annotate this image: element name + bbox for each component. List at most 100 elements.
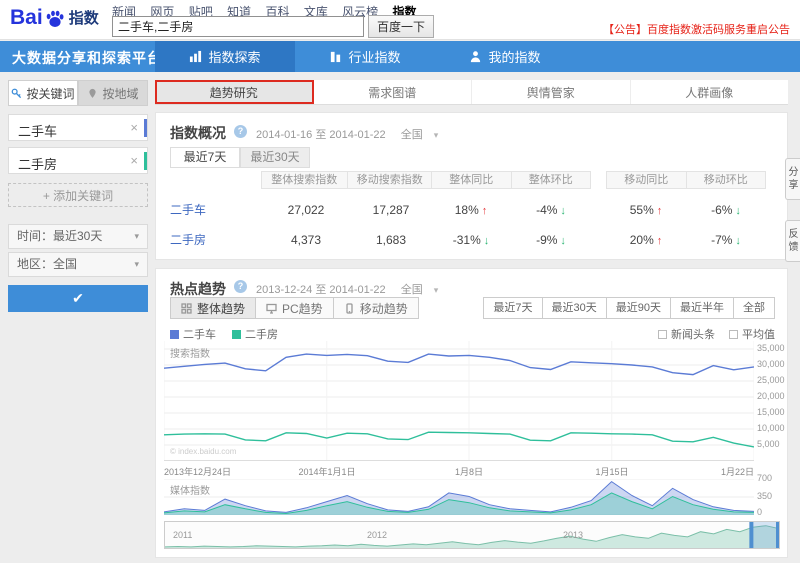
- watermark: © index.baidu.com: [170, 447, 237, 456]
- remove-keyword-icon[interactable]: ×: [130, 120, 138, 135]
- x-axis-label: 1月8日: [454, 467, 483, 477]
- region-text: 全国: [400, 284, 423, 296]
- index-overview-panel: 指数概况 ? 2014-01-16 至 2014-01-22 全国 ▾ 最近7天…: [155, 112, 788, 260]
- baidu-paw-icon: [46, 10, 64, 27]
- tab-last-7-days[interactable]: 最近7天: [170, 147, 240, 168]
- trend-type-tabs: 整体趋势 PC趋势 移动趋势: [170, 297, 419, 319]
- tab-mobile-trend[interactable]: 移动趋势: [332, 297, 419, 319]
- column-label: 整体环比: [510, 172, 591, 188]
- time-filter[interactable]: 时间：最近30天 ▾: [8, 224, 148, 249]
- tab-audience-profile[interactable]: 人群画像: [631, 80, 789, 104]
- range-30d-button[interactable]: 最近30天: [541, 297, 607, 319]
- feature-tabs: 趋势研究 需求图谱 舆情管家 人群画像: [155, 80, 788, 105]
- chevron-down-icon: ▾: [433, 130, 439, 140]
- history-range-slider[interactable]: 2011 2012 2013: [164, 521, 780, 549]
- keyword-link[interactable]: 二手房: [170, 227, 206, 253]
- tab-last-30-days[interactable]: 最近30天: [240, 147, 310, 168]
- tab-by-keyword[interactable]: 按关键词: [8, 80, 78, 106]
- confirm-button[interactable]: ✔: [8, 285, 148, 312]
- y-axis-label: 700: [757, 473, 773, 483]
- mobile-mom-change: -6% ↓: [711, 203, 741, 217]
- range-7d-button[interactable]: 最近7天: [483, 297, 543, 319]
- table-row: 二手车 27,022 17,287 18% ↑ -4% ↓ 55% ↑ -6% ↓: [156, 197, 789, 223]
- average-checkbox[interactable]: 平均值: [729, 326, 775, 342]
- legend-item-house[interactable]: 二手房: [232, 326, 278, 342]
- add-keyword-button[interactable]: + 添加关键词: [8, 183, 148, 207]
- baidu-index-page: Bai 指数 新闻 网页 贴吧 知道 百科 文库 风云榜 指数 百度一下 【公告…: [0, 0, 800, 563]
- trend-arrow: ↓: [560, 205, 566, 217]
- column-header-mobile-change: 移动同比 移动环比: [606, 171, 766, 189]
- keyword-link[interactable]: 二手车: [170, 197, 206, 223]
- column-label: 移动环比: [685, 172, 766, 188]
- y-axis-label: 0: [757, 507, 763, 517]
- overview-period-tabs: 最近7天 最近30天: [170, 147, 310, 168]
- date-range: 2013-12-24 至 2014-01-22 全国 ▾: [256, 281, 438, 297]
- y-axis-label: 5,000: [757, 439, 780, 449]
- tab-industry-index[interactable]: 行业指数: [295, 41, 435, 72]
- trend-arrow: ↓: [735, 205, 741, 217]
- y-axis-label: 15,000: [757, 407, 785, 417]
- search-input[interactable]: [112, 16, 364, 37]
- tab-trend-research[interactable]: 趋势研究: [155, 80, 314, 104]
- logo-text-bai: Bai: [10, 6, 43, 29]
- tab-sentiment-manager[interactable]: 舆情管家: [472, 80, 631, 104]
- help-icon[interactable]: ?: [234, 125, 247, 138]
- region-filter[interactable]: 地区：全国 ▾: [8, 252, 148, 277]
- y-axis-label: 35,000: [757, 343, 785, 353]
- tab-my-index[interactable]: 我的指数: [435, 41, 575, 72]
- timeline-mini-chart[interactable]: [165, 522, 779, 548]
- news-headlines-checkbox[interactable]: 新闻头条: [658, 326, 715, 342]
- share-tab[interactable]: 分享: [785, 158, 800, 200]
- help-icon[interactable]: ?: [234, 280, 247, 293]
- grid-icon: [181, 302, 192, 314]
- trend-arrow: ↓: [483, 235, 490, 247]
- monitor-icon: [266, 303, 277, 314]
- tab-overall-trend[interactable]: 整体趋势: [170, 297, 257, 319]
- mobile-search-index: 17,287: [372, 203, 410, 217]
- remove-keyword-icon[interactable]: ×: [130, 153, 138, 168]
- map-pin-icon: [89, 88, 97, 98]
- tab-by-region[interactable]: 按地域: [78, 80, 148, 106]
- search-index-label: 搜索指数: [170, 349, 210, 360]
- tab-label: PC趋势: [282, 301, 323, 316]
- legend-label: 二手房: [245, 329, 278, 341]
- range-all-button[interactable]: 全部: [733, 297, 775, 319]
- media-trend-chart: [164, 479, 754, 515]
- announcement-link[interactable]: 【公告】百度指数激活码服务重启公告: [603, 21, 790, 37]
- year-label: 2013: [563, 530, 584, 540]
- phone-icon: [346, 302, 353, 314]
- media-index-label: 媒体指数: [170, 486, 210, 497]
- legend-swatch: [170, 329, 179, 339]
- time-range-buttons: 最近7天 最近30天 最近90天 最近半年 全部: [483, 297, 775, 319]
- range-half-year-button[interactable]: 最近半年: [670, 297, 734, 319]
- year-label: 2012: [367, 530, 388, 540]
- trend-arrow: ↓: [735, 235, 741, 247]
- panel-title: 指数概况: [170, 125, 226, 141]
- mobile-mom-change: -7% ↓: [711, 233, 741, 247]
- year-label: 2011: [173, 530, 193, 540]
- tab-pc-trend[interactable]: PC趋势: [255, 297, 334, 319]
- y-axis-label: 350: [757, 491, 773, 501]
- time-filter-label: 时间：最近30天: [17, 229, 103, 243]
- key-icon: [12, 88, 22, 98]
- tab-label: 移动趋势: [359, 301, 408, 316]
- overall-yoy-change: -31% ↓: [452, 233, 490, 247]
- checkbox-icon: [658, 329, 667, 339]
- column-label: 移动搜索指数: [346, 172, 433, 188]
- feedback-tab[interactable]: 反馈: [785, 220, 800, 262]
- tab-label: 指数探索: [208, 50, 261, 65]
- checkbox-label: 新闻头条: [671, 329, 715, 341]
- baidu-logo[interactable]: Bai 指数: [10, 7, 99, 29]
- tab-demand-graph[interactable]: 需求图谱: [314, 80, 472, 104]
- tab-index-explore[interactable]: 指数探索: [155, 41, 295, 72]
- search-button[interactable]: 百度一下: [368, 15, 434, 38]
- search-trend-chart: [164, 341, 754, 461]
- column-header-search-index: 整体搜索指数 移动搜索指数: [261, 171, 433, 189]
- x-axis-label: 1月22日: [720, 467, 754, 477]
- legend-item-car[interactable]: 二手车: [170, 326, 216, 342]
- range-90d-button[interactable]: 最近90天: [605, 297, 671, 319]
- bar-chart-icon: [190, 50, 202, 63]
- trend-arrow: ↓: [560, 235, 566, 247]
- mobile-search-index: 1,683: [375, 233, 407, 247]
- keyword-label: 二手房: [18, 157, 58, 172]
